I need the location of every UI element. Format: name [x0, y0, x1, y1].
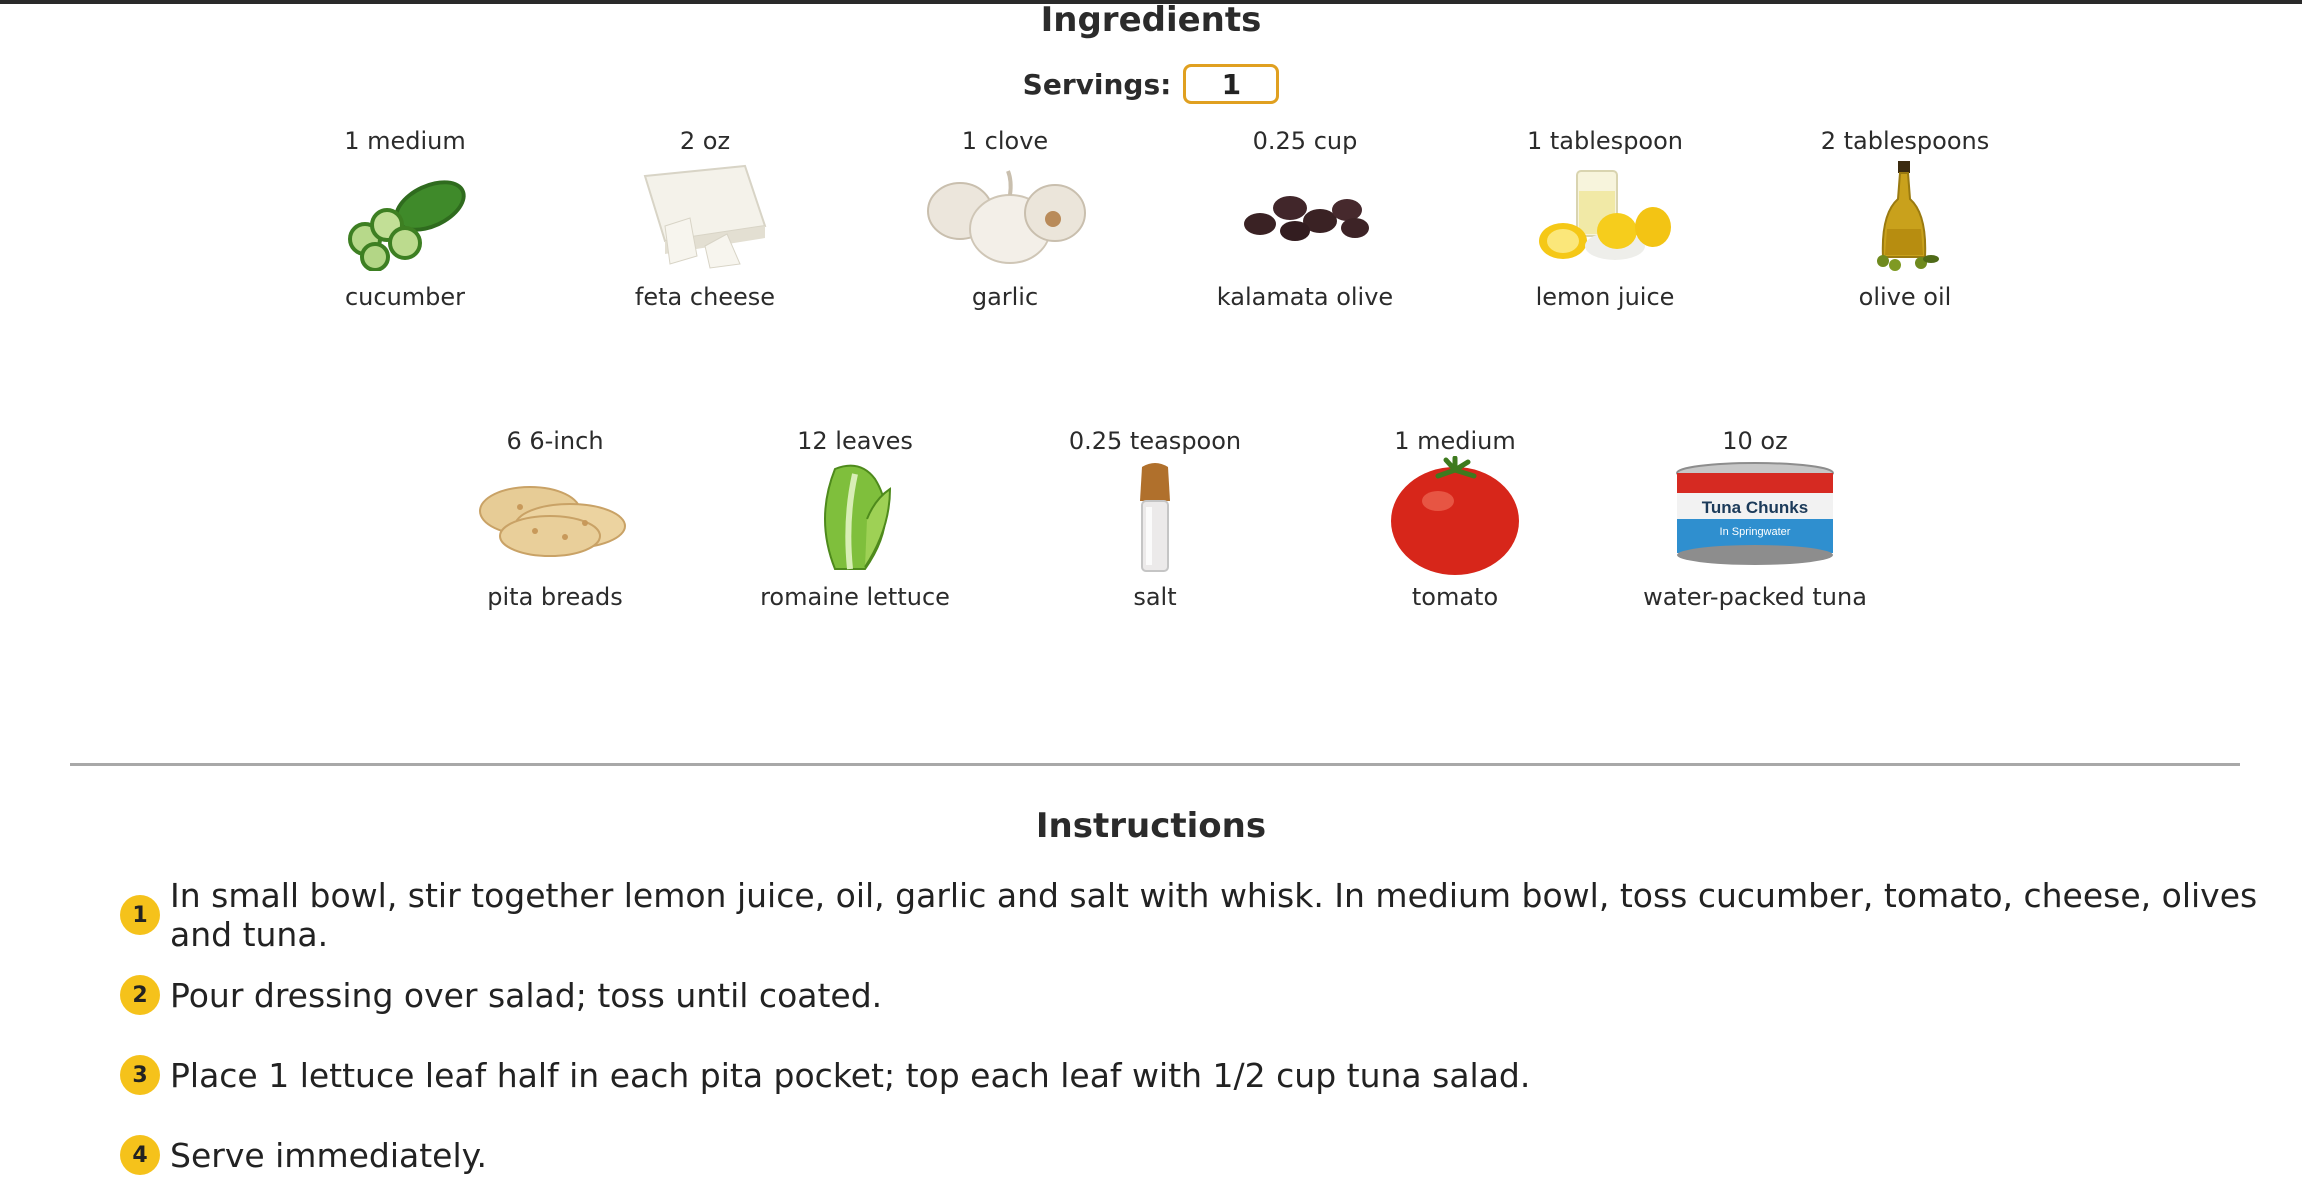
pita-bread-image [425, 456, 685, 576]
ingredient-kalamata-olive: 0.25 cup kalamata olive [1175, 126, 1435, 312]
ingredient-amount: 2 tablespoons [1820, 127, 1990, 155]
tuna-can-image: Tuna Chunks In Springwater [1625, 456, 1885, 576]
ingredient-name: olive oil [1858, 283, 1952, 311]
ingredient-amount: 0.25 teaspoon [1068, 427, 1242, 455]
step-number-badge: 3 [120, 1055, 160, 1095]
ingredient-name: pita breads [487, 583, 623, 611]
feta-cheese-image [575, 156, 835, 276]
ingredient-name: garlic [971, 283, 1039, 311]
ingredient-romaine-lettuce: 12 leaves romaine lettuce [725, 426, 985, 612]
ingredient-name: lemon juice [1535, 283, 1675, 311]
ingredient-cucumber: 1 medium cucumber [275, 126, 535, 312]
ingredient-amount: 1 clove [961, 127, 1049, 155]
ingredient-row-1: 1 medium cucumber 2 oz feta cheese 1 clo… [0, 126, 2302, 326]
step-text: Place 1 lettuce leaf half in each pita p… [170, 1055, 1531, 1095]
ingredient-amount: 1 medium [1394, 427, 1516, 455]
garlic-image [875, 156, 1135, 276]
ingredient-name: water-packed tuna [1643, 583, 1867, 611]
section-divider [70, 763, 2240, 766]
tuna-can-label-title: Tuna Chunks [1702, 498, 1808, 517]
ingredient-amount: 1 tablespoon [1527, 127, 1683, 155]
instruction-step: 4 Serve immediately. [120, 1115, 2260, 1195]
ingredient-garlic: 1 clove garlic [875, 126, 1135, 312]
tuna-can-label-subtitle: In Springwater [1720, 526, 1791, 538]
ingredient-row-2: 6 6-inch pita breads 12 leaves romaine l… [0, 426, 2302, 626]
instruction-step: 2 Pour dressing over salad; toss until c… [120, 955, 2260, 1035]
lemon-juice-image [1475, 156, 1735, 276]
ingredient-lemon-juice: 1 tablespoon lemon juice [1475, 126, 1735, 312]
step-number-badge: 4 [120, 1135, 160, 1175]
step-text: In small bowl, stir together lemon juice… [170, 876, 2258, 954]
ingredient-name: kalamata olive [1216, 283, 1394, 311]
romaine-lettuce-image [725, 456, 985, 576]
ingredient-name: feta cheese [634, 283, 776, 311]
kalamata-olive-image [1175, 156, 1435, 276]
step-text: Serve immediately. [170, 1135, 487, 1175]
servings-control: Servings: [0, 64, 2302, 104]
step-number-badge: 1 [120, 895, 160, 935]
servings-label: Servings: [1022, 67, 1172, 101]
step-text: Pour dressing over salad; toss until coa… [170, 975, 883, 1015]
step-number-badge: 2 [120, 975, 160, 1015]
servings-input[interactable] [1183, 64, 1280, 104]
ingredient-salt: 0.25 teaspoon salt [1025, 426, 1285, 612]
salt-shaker-image [1025, 456, 1285, 576]
ingredient-name: salt [1133, 583, 1177, 611]
ingredient-name: romaine lettuce [760, 583, 950, 611]
ingredient-tomato: 1 medium tomato [1325, 426, 1585, 612]
ingredient-amount: 6 6-inch [506, 427, 604, 455]
ingredient-amount: 0.25 cup [1252, 127, 1358, 155]
ingredient-amount: 1 medium [344, 127, 466, 155]
ingredient-name: tomato [1411, 583, 1499, 611]
ingredient-amount: 2 oz [679, 127, 731, 155]
olive-oil-image [1775, 156, 2035, 276]
ingredient-feta-cheese: 2 oz feta cheese [575, 126, 835, 312]
instructions-list: 1 In small bowl, stir together lemon jui… [120, 875, 2260, 1195]
instructions-heading: Instructions [1035, 806, 1267, 846]
ingredient-name: cucumber [344, 283, 466, 311]
ingredient-water-packed-tuna: 10 oz Tuna Chunks In Springwater water-p… [1625, 426, 1885, 612]
instruction-step: 1 In small bowl, stir together lemon jui… [120, 875, 2260, 955]
ingredient-olive-oil: 2 tablespoons olive oil [1775, 126, 2035, 312]
ingredient-amount: 12 leaves [797, 427, 913, 455]
cucumber-image [275, 156, 535, 276]
instruction-step: 3 Place 1 lettuce leaf half in each pita… [120, 1035, 2260, 1115]
ingredient-pita-breads: 6 6-inch pita breads [425, 426, 685, 612]
tomato-image [1325, 456, 1585, 576]
ingredient-amount: 10 oz [1722, 427, 1788, 455]
ingredients-heading: Ingredients [1040, 0, 1262, 40]
